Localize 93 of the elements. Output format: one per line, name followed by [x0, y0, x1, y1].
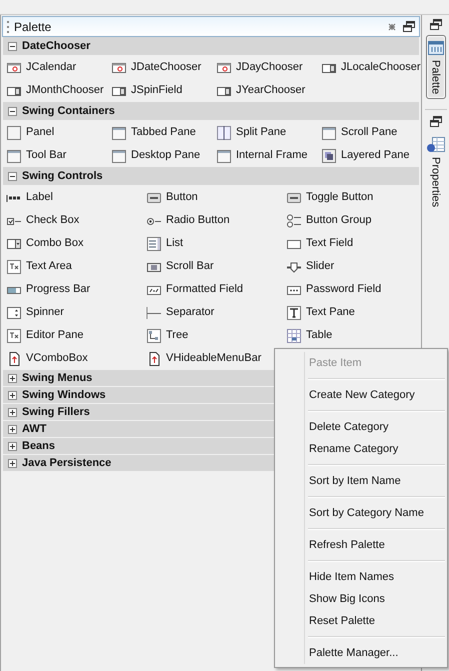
text-area-icon	[6, 258, 22, 274]
palette-item[interactable]: Password Field	[306, 281, 382, 298]
expand-icon[interactable]	[8, 424, 17, 434]
category-name: Swing Fillers	[22, 404, 90, 420]
window-icon	[216, 148, 232, 164]
category-header[interactable]: Swing Controls	[3, 167, 419, 185]
palette-icon	[426, 39, 444, 57]
category-name: Swing Containers	[22, 104, 115, 119]
palette-item[interactable]: Check Box	[26, 212, 80, 229]
menu-item[interactable]: Sort by Item Name	[277, 470, 445, 492]
palette-item[interactable]: Editor Pane	[26, 327, 84, 344]
menu-item[interactable]: Palette Manager...	[277, 642, 445, 664]
restore-icon[interactable]	[403, 21, 415, 32]
menu-item[interactable]: Hide Item Names	[277, 566, 445, 588]
expand-icon[interactable]	[8, 390, 17, 400]
category-name: Beans	[22, 438, 56, 454]
palette-item[interactable]: Button	[166, 189, 198, 206]
palette-item[interactable]: Scroll Bar	[166, 258, 214, 275]
palette-item[interactable]: VComboBox	[26, 350, 88, 367]
table-icon	[286, 328, 302, 344]
palette-item[interactable]: JDayChooser	[236, 59, 303, 76]
properties-icon	[426, 136, 446, 154]
palette-item[interactable]: JSpinField	[131, 82, 182, 99]
palette-item[interactable]: Separator	[166, 304, 214, 321]
palette-item[interactable]: List	[166, 235, 184, 252]
category-name: Java Persistence	[22, 456, 112, 471]
window-icon	[111, 148, 127, 164]
palette-item[interactable]: JLocaleChooser	[341, 59, 420, 76]
window-icon	[111, 124, 127, 140]
palette-item[interactable]: Tool Bar	[26, 147, 66, 164]
category-header[interactable]: Swing Containers	[3, 102, 419, 120]
palette-item[interactable]: Button Group	[306, 212, 372, 229]
category-name: Swing Windows	[22, 388, 106, 403]
menu-item[interactable]: Refresh Palette	[277, 534, 445, 556]
expand-icon[interactable]	[8, 442, 17, 450]
palette-item[interactable]: Text Field	[306, 235, 354, 252]
palette-item[interactable]: JYearChooser	[236, 82, 306, 99]
restore-icon[interactable]	[430, 116, 442, 128]
collapse-icon[interactable]	[8, 172, 17, 180]
category-name: Swing Controls	[22, 168, 103, 184]
close-icon[interactable]	[388, 22, 396, 30]
palette-item[interactable]: Text Pane	[306, 304, 355, 321]
category-header[interactable]: DateChooser	[3, 37, 419, 55]
text-area-icon	[6, 328, 22, 344]
palette-item[interactable]: Slider	[306, 258, 334, 275]
palette-item[interactable]: Internal Frame	[236, 147, 308, 164]
text-pane-icon	[286, 304, 302, 320]
category-name: Swing Menus	[22, 370, 92, 386]
expand-icon[interactable]	[8, 374, 17, 382]
palette-item[interactable]: Toggle Button	[306, 189, 374, 206]
restore-icon[interactable]	[430, 19, 442, 30]
palette-item[interactable]: Progress Bar	[26, 281, 90, 298]
palette-item[interactable]: Label	[26, 189, 53, 206]
window-icon	[6, 148, 22, 164]
palette-item[interactable]: VHideableMenuBar	[166, 350, 262, 367]
window-icon	[321, 124, 337, 140]
palette-item[interactable]: Radio Button	[166, 212, 230, 229]
menu-item[interactable]: Reset Palette	[277, 610, 445, 632]
panel-icon	[6, 124, 22, 140]
tree-icon	[146, 328, 162, 344]
palette-item[interactable]: Tree	[166, 327, 188, 344]
expand-icon[interactable]	[8, 408, 17, 416]
category-name: DateChooser	[22, 38, 90, 54]
menu-item[interactable]: Sort by Category Name	[277, 502, 445, 524]
layered-pane-icon	[321, 148, 337, 164]
palette-item[interactable]: Desktop Pane	[131, 147, 200, 164]
palette-item[interactable]: Text Area	[26, 258, 72, 275]
palette-item[interactable]: Spinner	[26, 304, 64, 321]
collapse-icon[interactable]	[8, 42, 17, 50]
palette-item[interactable]: Formatted Field	[166, 281, 244, 298]
panel-title: Palette	[14, 18, 52, 36]
palette-item[interactable]: JMonthChooser	[26, 82, 104, 99]
palette-item[interactable]: Tabbed Pane	[131, 124, 196, 141]
button-group-icon	[286, 212, 302, 228]
expand-icon[interactable]	[8, 458, 17, 468]
drag-handle-icon[interactable]	[7, 20, 10, 32]
palette-item[interactable]: Scroll Pane	[341, 124, 398, 141]
palette-item[interactable]: JCalendar	[26, 59, 76, 76]
palette-item[interactable]: Split Pane	[236, 124, 286, 141]
palette-item[interactable]: Panel	[26, 124, 54, 141]
spinner-icon	[6, 304, 22, 320]
side-tab[interactable]: Palette	[426, 35, 446, 100]
category-name: AWT	[22, 422, 46, 437]
collapse-icon[interactable]	[8, 106, 17, 116]
palette-item[interactable]: Combo Box	[26, 235, 84, 252]
separator-icon	[146, 304, 162, 320]
split-pane-icon	[216, 124, 232, 140]
menu-item[interactable]: Show Big Icons	[277, 588, 445, 610]
palette-item[interactable]: Layered Pane	[341, 147, 410, 164]
palette-item[interactable]: Table	[306, 327, 332, 344]
list-icon	[146, 236, 162, 252]
palette-item[interactable]: JDateChooser	[131, 59, 202, 76]
side-tab[interactable]: Properties	[426, 132, 446, 212]
